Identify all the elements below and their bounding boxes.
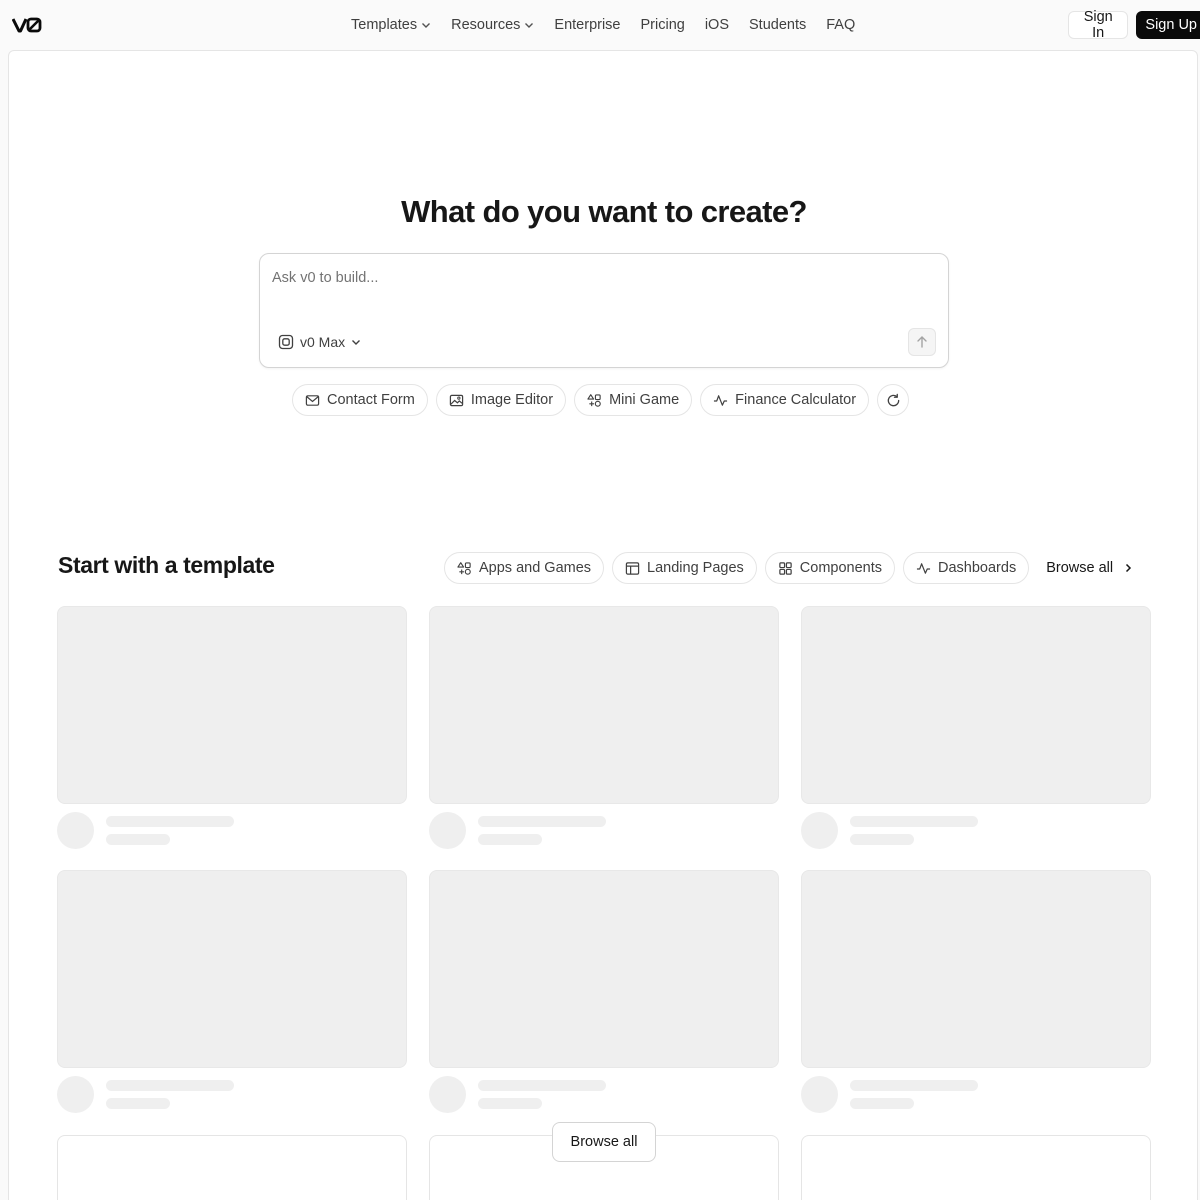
mail-icon bbox=[305, 394, 320, 406]
skeleton-line bbox=[106, 834, 170, 845]
skeleton-line bbox=[850, 1080, 978, 1091]
nav-pricing-label: Pricing bbox=[640, 17, 685, 33]
filter-dashboards[interactable]: Dashboards bbox=[903, 552, 1030, 584]
filter-label: Components bbox=[799, 560, 883, 576]
avatar bbox=[429, 812, 466, 849]
suggestion-chips: Contact Form Image Editor Mini Game Fina… bbox=[292, 384, 910, 416]
send-button[interactable] bbox=[908, 328, 936, 356]
nav-ios[interactable]: iOS bbox=[695, 11, 739, 39]
suggestion-label: Contact Form bbox=[327, 392, 415, 408]
template-card[interactable] bbox=[57, 870, 407, 1113]
avatar bbox=[801, 1076, 838, 1113]
nav-faq-label: FAQ bbox=[826, 17, 856, 33]
skeleton-line bbox=[106, 816, 234, 827]
skeleton-line bbox=[850, 834, 914, 845]
nav-templates-label: Templates bbox=[351, 17, 418, 33]
filter-label: Landing Pages bbox=[647, 560, 744, 576]
template-card[interactable] bbox=[57, 1135, 407, 1200]
templates-section-title: Start with a template bbox=[58, 552, 275, 578]
nav-faq[interactable]: FAQ bbox=[816, 11, 865, 39]
shapes-icon bbox=[457, 561, 471, 575]
shapes-icon bbox=[587, 393, 601, 407]
suggestion-mini-game[interactable]: Mini Game bbox=[574, 384, 693, 416]
skeleton-line bbox=[106, 1080, 234, 1091]
activity-icon bbox=[714, 394, 728, 406]
prompt-input[interactable] bbox=[272, 266, 932, 290]
filter-label: Apps and Games bbox=[479, 560, 592, 576]
template-card[interactable] bbox=[801, 1135, 1151, 1200]
sign-up-button[interactable]: Sign Up bbox=[1136, 11, 1200, 39]
skeleton-line bbox=[478, 834, 542, 845]
avatar bbox=[57, 1076, 94, 1113]
suggestion-label: Finance Calculator bbox=[735, 392, 857, 408]
main-nav: Templates Resources Enterprise Pricing i… bbox=[341, 0, 865, 50]
chevron-right-icon bbox=[1126, 563, 1132, 573]
refresh-suggestions-button[interactable] bbox=[877, 384, 910, 416]
nav-resources-label: Resources bbox=[451, 17, 521, 33]
model-selector-label: v0 Max bbox=[300, 334, 346, 350]
template-card-thumbnail bbox=[429, 870, 779, 1068]
suggestion-image-editor[interactable]: Image Editor bbox=[435, 384, 567, 416]
nav-students-label: Students bbox=[749, 17, 807, 33]
template-card-thumbnail bbox=[57, 870, 407, 1068]
filter-label: Dashboards bbox=[938, 560, 1017, 576]
nav-students[interactable]: Students bbox=[739, 11, 816, 39]
suggestion-label: Image Editor bbox=[470, 392, 554, 408]
template-filters: Apps and Games Landing Pages Components … bbox=[444, 552, 1142, 584]
arrow-up-icon bbox=[917, 336, 927, 348]
skeleton-line bbox=[850, 1098, 914, 1109]
template-card[interactable] bbox=[801, 870, 1151, 1113]
template-card-thumbnail bbox=[801, 870, 1151, 1068]
skeleton-line bbox=[478, 1080, 606, 1091]
chevron-down-icon bbox=[525, 23, 534, 28]
model-icon bbox=[278, 334, 294, 350]
skeleton-line bbox=[106, 1098, 170, 1109]
prompt-box: v0 Max bbox=[259, 253, 949, 368]
browse-all-link[interactable]: Browse all bbox=[1037, 552, 1142, 584]
suggestion-contact-form[interactable]: Contact Form bbox=[292, 384, 428, 416]
filter-landing-pages[interactable]: Landing Pages bbox=[612, 552, 757, 584]
refresh-icon bbox=[887, 393, 899, 406]
auth-buttons: Sign In Sign Up bbox=[1068, 9, 1200, 41]
avatar bbox=[801, 812, 838, 849]
top-navigation-bar: Templates Resources Enterprise Pricing i… bbox=[0, 0, 1200, 50]
nav-pricing[interactable]: Pricing bbox=[631, 11, 695, 39]
browse-all-button[interactable]: Browse all bbox=[552, 1122, 656, 1162]
avatar bbox=[429, 1076, 466, 1113]
nav-ios-label: iOS bbox=[704, 17, 729, 33]
filter-apps-and-games[interactable]: Apps and Games bbox=[444, 552, 605, 584]
skeleton-line bbox=[478, 816, 606, 827]
template-card-thumbnail bbox=[429, 606, 779, 804]
skeleton-line bbox=[478, 1098, 542, 1109]
image-icon bbox=[449, 394, 464, 406]
hero-title: What do you want to create? bbox=[401, 194, 807, 229]
layout-icon bbox=[625, 561, 640, 575]
suggestion-finance-calculator[interactable]: Finance Calculator bbox=[700, 384, 870, 416]
template-card[interactable] bbox=[429, 870, 779, 1113]
browse-all-label: Browse all bbox=[1046, 560, 1114, 576]
filter-components[interactable]: Components bbox=[764, 552, 896, 584]
template-card[interactable] bbox=[801, 606, 1151, 849]
nav-enterprise[interactable]: Enterprise bbox=[544, 11, 630, 39]
skeleton-line bbox=[850, 816, 978, 827]
suggestion-label: Mini Game bbox=[609, 392, 680, 408]
avatar bbox=[57, 812, 94, 849]
template-card-thumbnail bbox=[801, 606, 1151, 804]
nav-templates[interactable]: Templates bbox=[341, 11, 441, 39]
nav-enterprise-label: Enterprise bbox=[554, 17, 621, 33]
template-card[interactable] bbox=[57, 606, 407, 849]
nav-resources[interactable]: Resources bbox=[441, 11, 544, 39]
main-panel: What do you want to create? v0 Max Conta… bbox=[8, 50, 1198, 1200]
template-card[interactable] bbox=[429, 606, 779, 849]
chevron-down-icon bbox=[422, 23, 431, 28]
model-selector[interactable]: v0 Max bbox=[278, 331, 361, 353]
activity-icon bbox=[916, 562, 931, 574]
chevron-down-icon bbox=[352, 340, 361, 345]
grid-icon bbox=[779, 561, 792, 575]
v0-logo-icon[interactable] bbox=[12, 16, 42, 34]
sign-in-button[interactable]: Sign In bbox=[1068, 9, 1129, 41]
template-card-thumbnail bbox=[57, 606, 407, 804]
